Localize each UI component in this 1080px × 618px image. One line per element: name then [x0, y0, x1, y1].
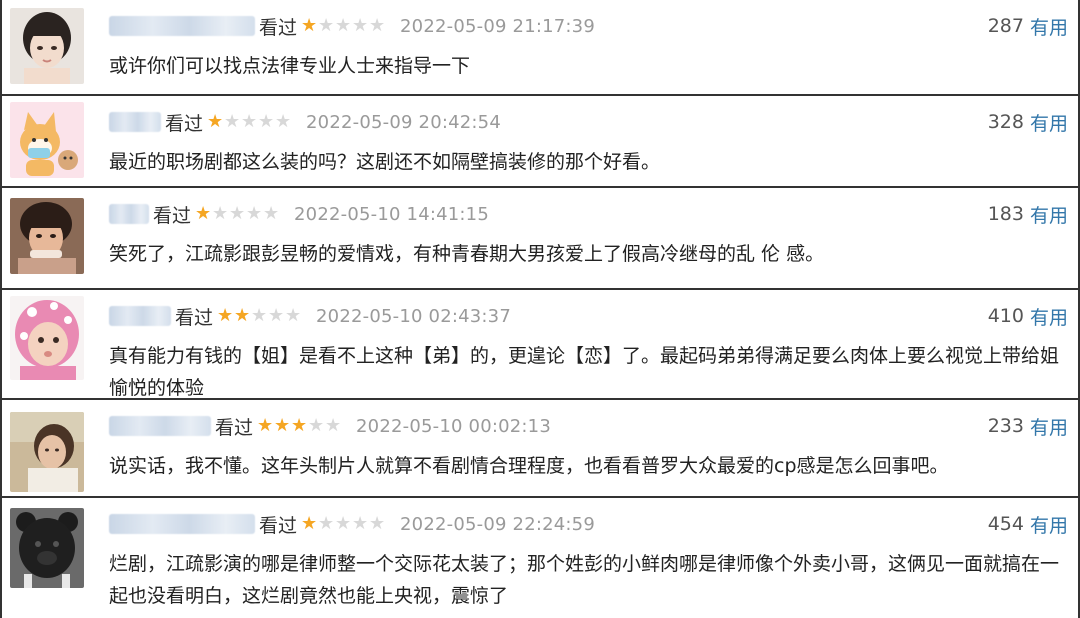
star-empty-icon: ★: [251, 305, 268, 326]
person-photo-avatar[interactable]: [10, 198, 84, 274]
watched-label: 看过: [153, 204, 192, 227]
username-blurred[interactable]: [109, 204, 149, 224]
useful-button[interactable]: 有用: [1030, 13, 1068, 40]
watched-label: 看过: [165, 112, 204, 135]
rating-stars: ★ ★ ★ ★ ★: [301, 17, 386, 35]
comment-text: 烂剧，江疏影演的哪是律师整一个交际花太装了；那个姓彭的小鲜肉哪是律师像个外卖小哥…: [109, 553, 1060, 607]
shiba-dog-cartoon-avatar[interactable]: [10, 102, 84, 178]
comment-item: 看过 ★ ★ ★ ★ ★ 2022-05-10 02:43:37 410 有用 真有能力…: [2, 290, 1078, 400]
star-empty-icon: ★: [335, 513, 352, 534]
star-empty-icon: ★: [268, 305, 285, 326]
star-empty-icon: ★: [335, 15, 352, 36]
star-empty-icon: ★: [352, 15, 369, 36]
username-blurred[interactable]: [109, 112, 161, 132]
star-filled-icon: ★: [274, 415, 291, 436]
star-filled-icon: ★: [301, 15, 318, 36]
vote-count: 233: [987, 415, 1024, 437]
rating-stars: ★ ★ ★ ★ ★: [257, 417, 342, 435]
comment-date: 2022-05-09 21:17:39: [400, 15, 595, 37]
star-empty-icon: ★: [246, 203, 263, 224]
star-empty-icon: ★: [275, 111, 292, 132]
star-empty-icon: ★: [308, 415, 325, 436]
star-filled-icon: ★: [207, 111, 224, 132]
star-filled-icon: ★: [257, 415, 274, 436]
watched-label: 看过: [175, 306, 214, 329]
girl-portrait-avatar[interactable]: [10, 8, 84, 84]
rating-stars: ★ ★ ★ ★ ★: [217, 307, 302, 325]
star-empty-icon: ★: [369, 15, 386, 36]
vote-count: 328: [987, 111, 1024, 133]
username-blurred[interactable]: [109, 416, 211, 436]
star-empty-icon: ★: [285, 305, 302, 326]
woman-portrait-avatar[interactable]: [10, 412, 84, 492]
comment-list: 看过 ★ ★ ★ ★ ★ 2022-05-09 21:17:39 287 有用 或许你们…: [0, 0, 1080, 618]
comment-item: 看过 ★ ★ ★ ★ ★ 2022-05-09 22:24:59 454 有用 烂剧，江…: [2, 498, 1078, 618]
username-blurred[interactable]: [109, 16, 255, 36]
watched-label: 看过: [259, 514, 298, 537]
comment-text: 说实话，我不懂。这年头制片人就算不看剧情合理程度，也看看普罗大众最爱的cp感是怎…: [109, 455, 949, 477]
comment-date: 2022-05-09 20:42:54: [306, 111, 501, 133]
watched-label: 看过: [215, 416, 254, 439]
vote-count: 183: [987, 203, 1024, 225]
star-filled-icon: ★: [291, 415, 308, 436]
star-empty-icon: ★: [263, 203, 280, 224]
comment-date: 2022-05-10 14:41:15: [294, 203, 489, 225]
rating-stars: ★ ★ ★ ★ ★: [301, 515, 386, 533]
comment-text: 笑死了，江疏影跟彭昱畅的爱情戏，有种青春期大男孩爱上了假高冷继母的乱 伦 感。: [109, 243, 825, 265]
useful-button[interactable]: 有用: [1030, 109, 1068, 136]
rating-stars: ★ ★ ★ ★ ★: [207, 113, 292, 131]
star-empty-icon: ★: [318, 513, 335, 534]
useful-button[interactable]: 有用: [1030, 201, 1068, 228]
useful-button[interactable]: 有用: [1030, 413, 1068, 440]
useful-button[interactable]: 有用: [1030, 303, 1068, 330]
star-empty-icon: ★: [325, 415, 342, 436]
star-empty-icon: ★: [229, 203, 246, 224]
star-empty-icon: ★: [224, 111, 241, 132]
comment-date: 2022-05-10 00:02:13: [356, 415, 551, 437]
vote-count: 410: [987, 305, 1024, 327]
star-empty-icon: ★: [241, 111, 258, 132]
star-filled-icon: ★: [217, 305, 234, 326]
star-filled-icon: ★: [234, 305, 251, 326]
vote-count: 287: [987, 15, 1024, 37]
star-filled-icon: ★: [195, 203, 212, 224]
vote-count: 454: [987, 513, 1024, 535]
star-empty-icon: ★: [212, 203, 229, 224]
comment-item: 看过 ★ ★ ★ ★ ★ 2022-05-09 21:17:39 287 有用 或许你们…: [2, 0, 1078, 96]
username-blurred[interactable]: [109, 306, 171, 326]
useful-button[interactable]: 有用: [1030, 511, 1068, 538]
comment-date: 2022-05-09 22:24:59: [400, 513, 595, 535]
comment-item: 看过 ★ ★ ★ ★ ★ 2022-05-09 20:42:54 328 有用 最近的职…: [2, 96, 1078, 188]
comment-item: 看过 ★ ★ ★ ★ ★ 2022-05-10 14:41:15 183 有用 笑死了，…: [2, 188, 1078, 290]
comment-text: 或许你们可以找点法律专业人士来指导一下: [109, 55, 471, 77]
baby-pink-hat-avatar[interactable]: [10, 296, 84, 380]
star-empty-icon: ★: [352, 513, 369, 534]
comment-date: 2022-05-10 02:43:37: [316, 305, 511, 327]
comment-item: 看过 ★ ★ ★ ★ ★ 2022-05-10 00:02:13 233 有用 说实话，…: [2, 400, 1078, 498]
username-blurred[interactable]: [109, 514, 255, 534]
dark-bear-avatar[interactable]: [10, 508, 84, 588]
watched-label: 看过: [259, 16, 298, 39]
star-empty-icon: ★: [369, 513, 386, 534]
comment-text: 最近的职场剧都这么装的吗？这剧还不如隔壁搞装修的那个好看。: [109, 151, 661, 173]
star-filled-icon: ★: [301, 513, 318, 534]
star-empty-icon: ★: [258, 111, 275, 132]
rating-stars: ★ ★ ★ ★ ★: [195, 205, 280, 223]
comment-text: 真有能力有钱的【姐】是看不上这种【弟】的，更遑论【恋】了。最起码弟弟得满足要么肉…: [109, 345, 1060, 399]
star-empty-icon: ★: [318, 15, 335, 36]
